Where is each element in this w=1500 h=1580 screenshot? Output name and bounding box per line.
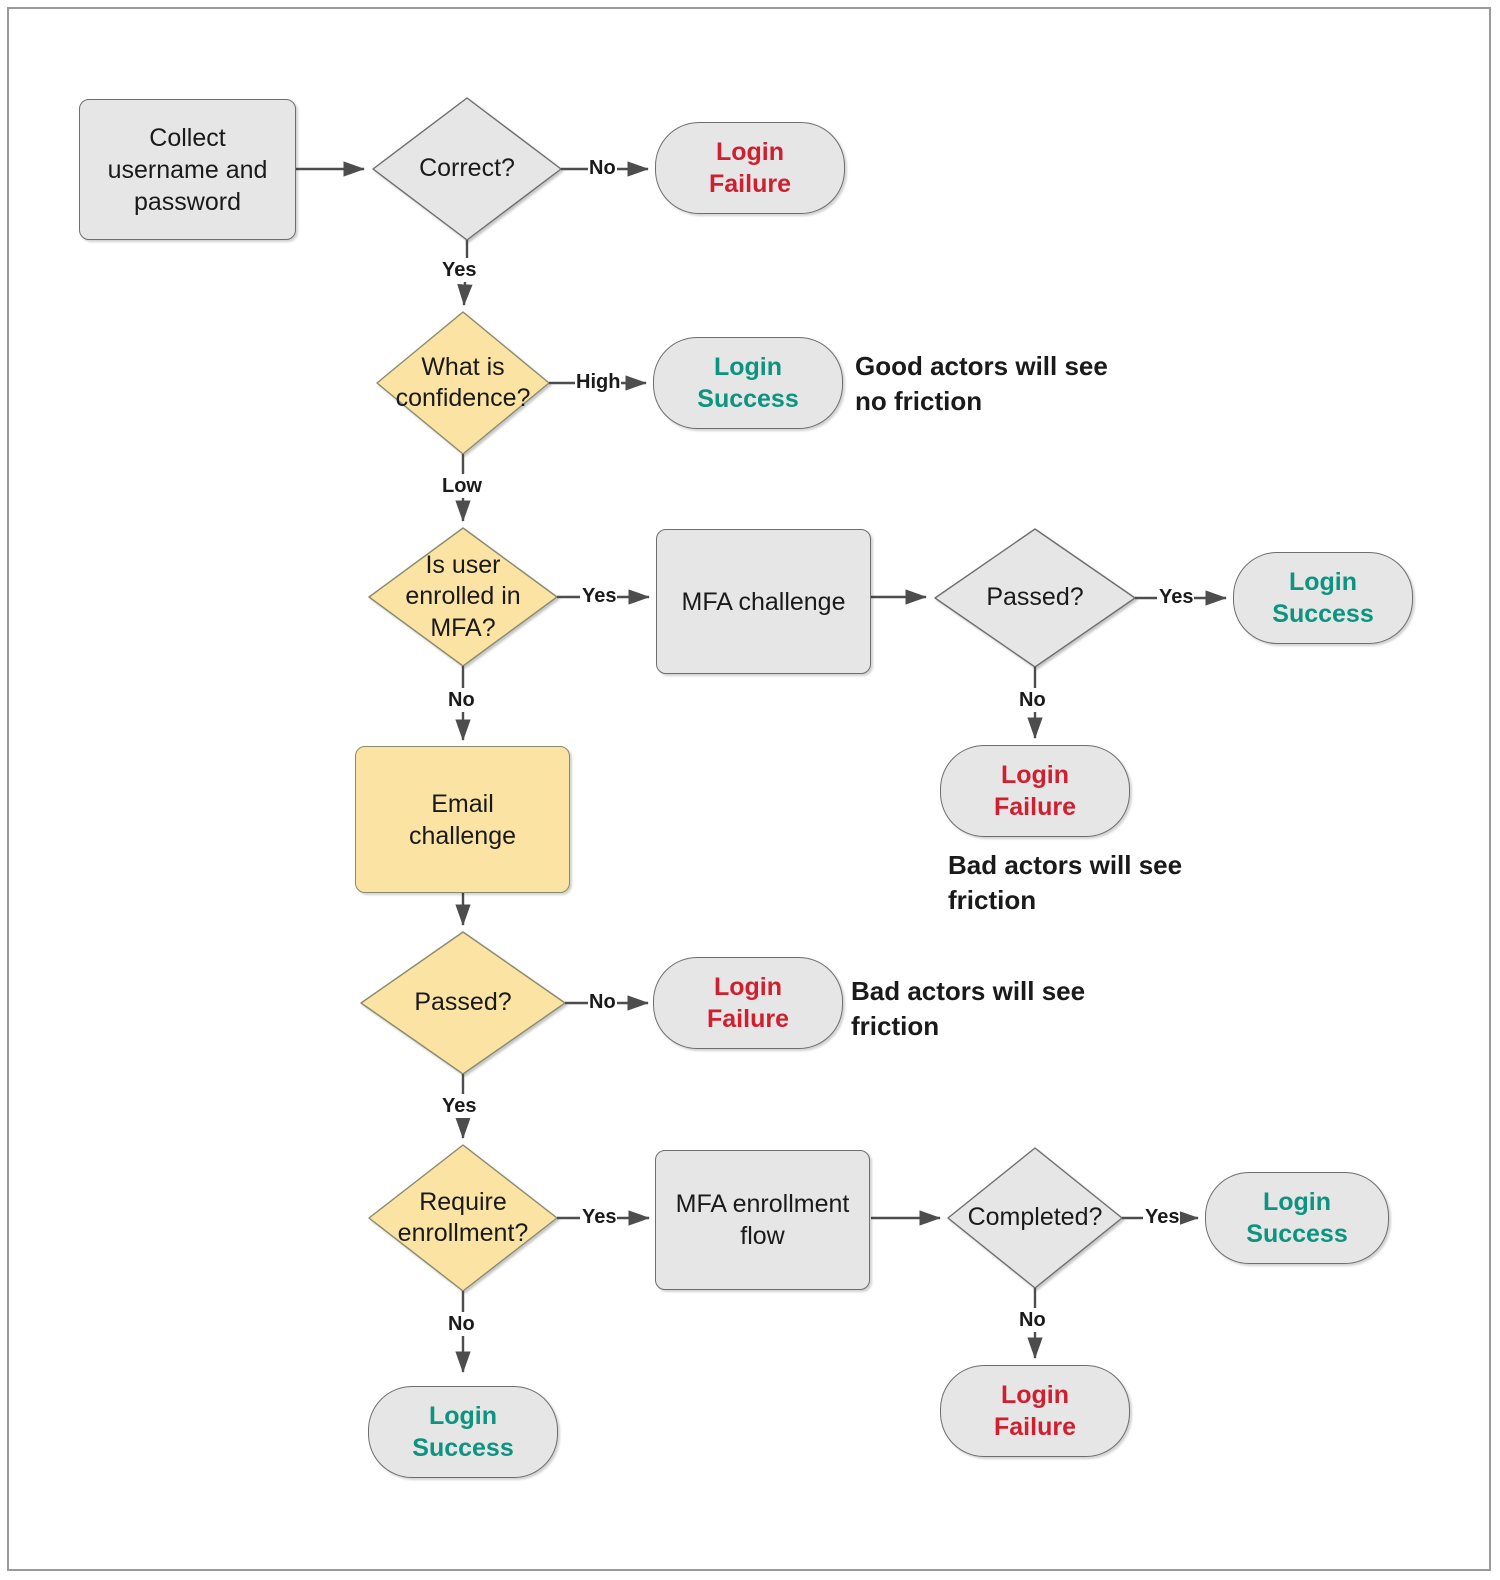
edge-correct-to-confidence-2 xyxy=(457,281,473,306)
edge-label-require-no: No xyxy=(447,1313,476,1336)
flowchart-canvas: Collect username and password Login Fail… xyxy=(0,0,1500,1580)
terminal-login-success-3[interactable]: Login Success xyxy=(1205,1172,1389,1264)
terminal-login-success-4[interactable]: Login Success xyxy=(368,1386,558,1478)
decision-completed[interactable] xyxy=(947,1147,1123,1289)
edge-label-passed-email-yes: Yes xyxy=(441,1095,478,1118)
edge-label-confidence-low: Low xyxy=(441,475,483,498)
process-mfa-enrollment-flow-label: MFA enrollment flow xyxy=(675,1190,850,1250)
process-collect-credentials[interactable]: Collect username and password xyxy=(79,99,296,240)
terminal-login-failure-1-label: Login Failure xyxy=(709,138,791,198)
process-mfa-challenge-label: MFA challenge xyxy=(681,587,846,616)
decision-enrolled-in-mfa[interactable] xyxy=(368,527,558,667)
decision-correct[interactable] xyxy=(372,97,562,241)
edge-label-enrolled-no: No xyxy=(447,689,476,712)
decision-require-enrollment[interactable] xyxy=(368,1144,558,1292)
terminal-login-failure-1[interactable]: Login Failure xyxy=(655,122,845,214)
edge-label-completed-yes: Yes xyxy=(1144,1206,1181,1229)
terminal-login-success-2-label: Login Success xyxy=(1272,568,1374,628)
annotation-bad-actors-email: Bad actors will see friction xyxy=(851,976,1086,1041)
edge-label-confidence-high: High xyxy=(575,371,622,394)
terminal-login-success-1[interactable]: Login Success xyxy=(653,337,843,429)
decision-confidence[interactable] xyxy=(376,311,550,455)
process-mfa-enrollment-flow[interactable]: MFA enrollment flow xyxy=(655,1150,870,1290)
annotation-bad-actors-mfa: Bad actors will see friction xyxy=(948,850,1183,915)
terminal-login-success-4-label: Login Success xyxy=(412,1402,514,1462)
edge-label-correct-no: No xyxy=(588,157,617,180)
edge-label-passed-mfa-yes: Yes xyxy=(1158,586,1195,609)
terminal-login-failure-4[interactable]: Login Failure xyxy=(940,1365,1130,1457)
process-collect-credentials-label: Collect username and password xyxy=(107,123,268,216)
terminal-login-failure-2-label: Login Failure xyxy=(994,761,1076,821)
edge-label-correct-yes: Yes xyxy=(441,259,478,282)
terminal-login-success-3-label: Login Success xyxy=(1246,1188,1348,1248)
terminal-login-failure-3-label: Login Failure xyxy=(707,973,789,1033)
edge-label-require-yes: Yes xyxy=(581,1206,618,1229)
edge-label-passed-mfa-no: No xyxy=(1018,689,1047,712)
decision-passed-email[interactable] xyxy=(360,931,566,1075)
process-email-challenge-label: Email challenge xyxy=(408,789,517,850)
process-mfa-challenge[interactable]: MFA challenge xyxy=(656,529,871,674)
terminal-login-failure-4-label: Login Failure xyxy=(994,1381,1076,1441)
terminal-login-success-1-label: Login Success xyxy=(697,353,799,413)
edge-label-completed-no: No xyxy=(1018,1309,1047,1332)
annotation-good-actors: Good actors will see no friction xyxy=(855,351,1108,416)
edge-label-passed-email-no: No xyxy=(588,991,617,1014)
edge-label-enrolled-yes: Yes xyxy=(581,585,618,608)
terminal-login-failure-3[interactable]: Login Failure xyxy=(653,957,843,1049)
terminal-login-success-2[interactable]: Login Success xyxy=(1233,552,1413,644)
process-email-challenge[interactable]: Email challenge xyxy=(355,746,570,893)
terminal-login-failure-2[interactable]: Login Failure xyxy=(940,745,1130,837)
decision-passed-mfa[interactable] xyxy=(934,528,1136,668)
